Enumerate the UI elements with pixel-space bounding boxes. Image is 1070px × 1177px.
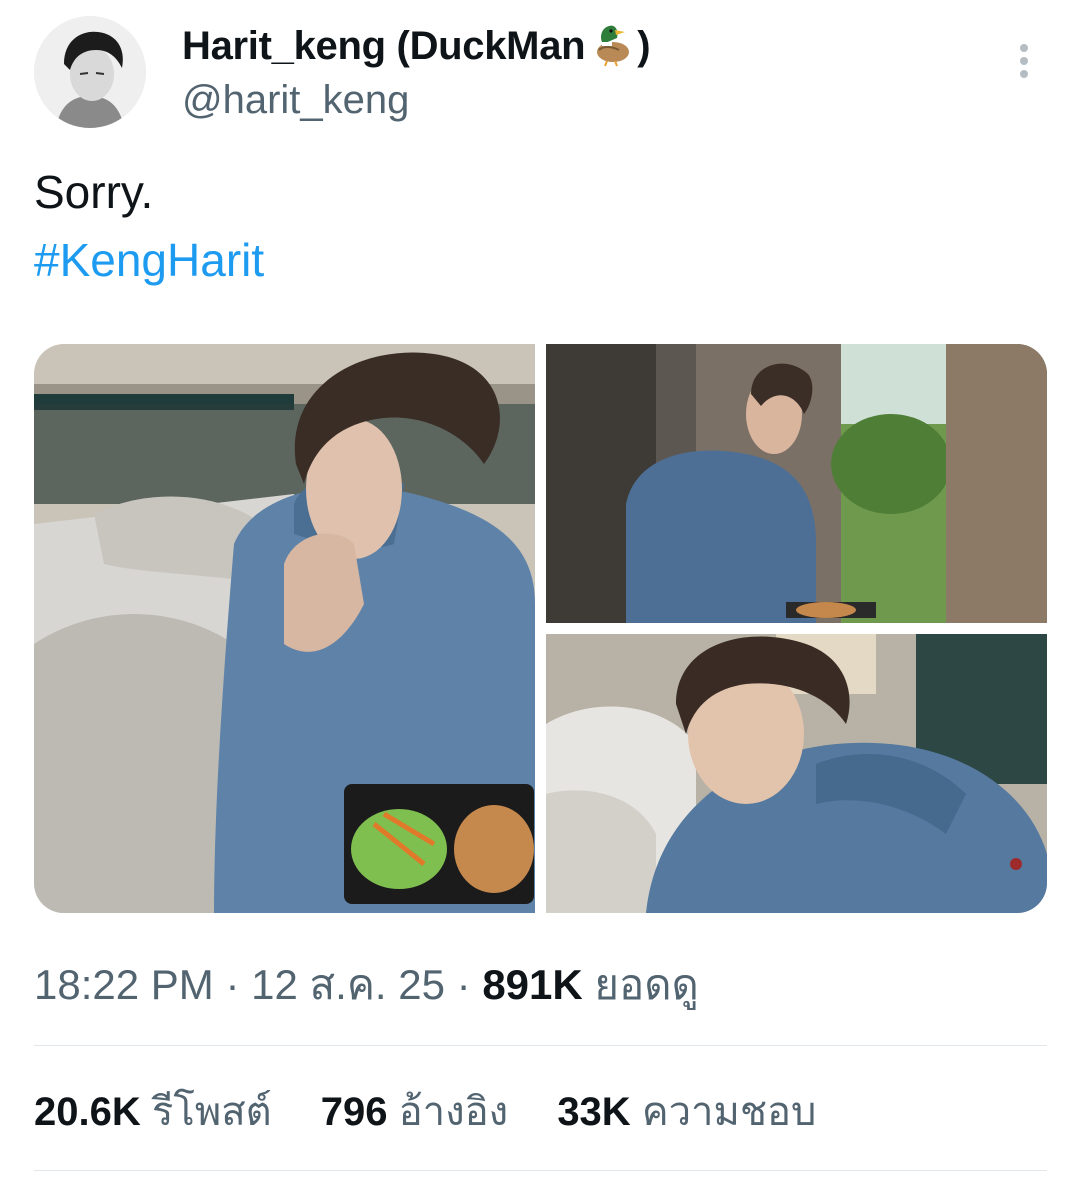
- likes-label: ความชอบ: [641, 1090, 817, 1134]
- more-dot-icon: [1020, 70, 1028, 78]
- likes-count: 33K: [557, 1090, 631, 1134]
- photo-2[interactable]: [546, 344, 1047, 623]
- display-name-suffix: ): [637, 24, 651, 68]
- tweet-meta: 18:22 PM · 12 ส.ค. 25 · 891K ยอดดู: [34, 958, 699, 1012]
- photo-man-by-window: [546, 344, 1047, 623]
- photo-1[interactable]: [34, 344, 535, 913]
- meta-separator: ·: [456, 961, 471, 1008]
- views-label: ยอดดู: [594, 961, 699, 1008]
- photo-3[interactable]: [546, 634, 1047, 913]
- reposts-count: 20.6K: [34, 1090, 141, 1134]
- likes-stat[interactable]: 33K ความชอบ: [557, 1086, 816, 1138]
- meta-separator: ·: [225, 961, 240, 1008]
- display-name[interactable]: Harit_keng (DuckMan ): [182, 20, 651, 72]
- tweet-time[interactable]: 18:22 PM: [34, 961, 214, 1008]
- quotes-count: 796: [320, 1090, 388, 1134]
- hashtag-link[interactable]: #KengHarit: [34, 232, 264, 288]
- tweet-text: Sorry.: [34, 166, 154, 218]
- quotes-label: อ้างอิง: [398, 1090, 509, 1134]
- engagement-stats: 20.6K รีโพสต์ 796 อ้างอิง 33K ความชอบ: [34, 1086, 854, 1138]
- avatar[interactable]: [34, 16, 146, 128]
- display-name-text: Harit_keng (DuckMan: [182, 24, 586, 68]
- media-grid: [34, 344, 1047, 913]
- more-options-button[interactable]: [1004, 38, 1044, 84]
- duck-icon: [597, 25, 630, 67]
- divider: [34, 1170, 1047, 1171]
- more-dot-icon: [1020, 44, 1028, 52]
- author-handle[interactable]: @harit_keng: [182, 74, 409, 126]
- views-count: 891K: [482, 961, 583, 1008]
- photo-man-on-bed-eating: [34, 344, 535, 913]
- photo-man-selfie-on-bed: [546, 634, 1047, 913]
- more-dot-icon: [1020, 57, 1028, 65]
- divider: [34, 1045, 1047, 1046]
- tweet-date[interactable]: 12 ส.ค. 25: [251, 961, 445, 1008]
- reposts-label: รีโพสต์: [151, 1090, 272, 1134]
- profile-photo: [34, 16, 146, 128]
- quotes-stat[interactable]: 796 อ้างอิง: [321, 1086, 508, 1138]
- reposts-stat[interactable]: 20.6K รีโพสต์: [34, 1086, 272, 1138]
